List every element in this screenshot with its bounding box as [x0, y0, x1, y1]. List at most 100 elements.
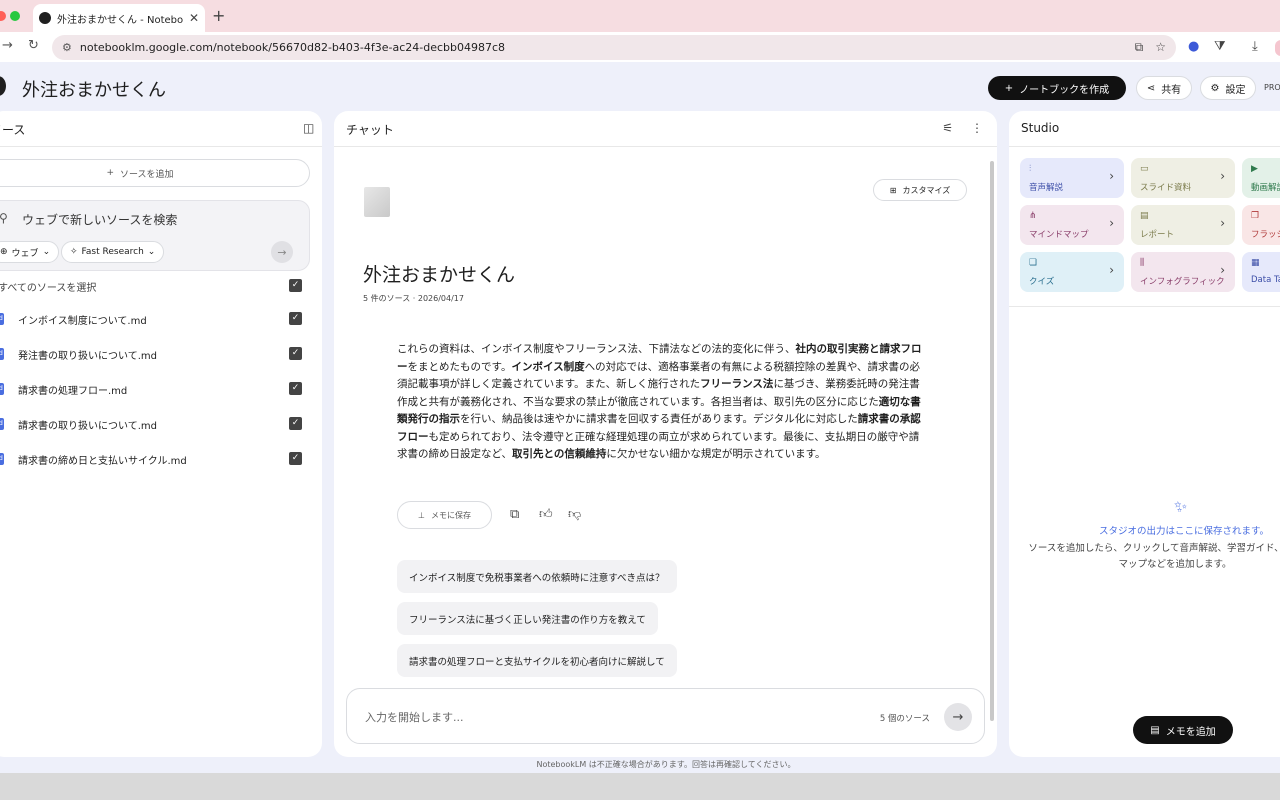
select-all-checkbox[interactable]: ✓	[289, 279, 302, 292]
source-checkbox[interactable]: ✓	[289, 312, 302, 325]
studio-tile[interactable]: ⋔ マインドマップ ›	[1020, 205, 1124, 245]
site-info-icon[interactable]: ⚙	[62, 41, 72, 54]
summary-highlight: 取引先との信頼維持	[511, 448, 607, 460]
infographic-icon: ⫼	[1140, 258, 1145, 268]
source-checkbox[interactable]: ✓	[289, 382, 302, 395]
gear-icon: ⚙	[1210, 82, 1220, 94]
download-icon[interactable]: ⤓	[1252, 39, 1258, 54]
chat-input-box[interactable]: 入力を開始します... 5 個のソース →	[346, 688, 985, 744]
source-item[interactable]: md 請求書の処理フロー.md ✓	[0, 380, 320, 404]
tune-settings-icon[interactable]: ⚟	[942, 121, 953, 135]
copy-icon[interactable]: ⧉	[510, 507, 519, 522]
address-bar[interactable]: ⚙ notebooklm.google.com/notebook/56670d8…	[52, 35, 1176, 60]
source-name: 請求書の取り扱いについて.md	[18, 421, 157, 432]
web-source-dropdown[interactable]: ⊕ ウェブ ⌄	[0, 241, 60, 263]
studio-tile-label: 動画解説	[1251, 183, 1280, 193]
notebooklm-app: 外注おまかせくん + ノートブックを作成 ⋖ 共有 ⚙ 設定 PRO ソース ◫…	[0, 62, 1280, 773]
add-source-button[interactable]: + ソースを追加	[0, 159, 310, 187]
zoom-window-button[interactable]	[10, 11, 20, 21]
source-item[interactable]: md 請求書の締め日と支払いサイクル.md ✓	[0, 450, 320, 474]
disclaimer-text: NotebookLM は不正確な場合があります。回答は再確認してください。	[536, 760, 796, 769]
notebook-meta: 5 件のソース · 2026/04/17	[363, 294, 464, 303]
studio-empty-title: スタジオの出力はここに保存されます。	[1098, 526, 1270, 537]
more-options-icon[interactable]: ⋮	[971, 121, 983, 135]
profile-avatar[interactable]	[1275, 40, 1280, 56]
share-label: 共有	[1161, 84, 1182, 96]
studio-tile[interactable]: ▶動画解説›	[1242, 158, 1280, 198]
search-input[interactable]: ウェブで新しいソースを検索	[22, 211, 177, 228]
research-chip-label: Fast Research	[81, 247, 144, 257]
install-app-icon[interactable]: ⧉	[1135, 40, 1144, 55]
save-to-memo-button[interactable]: ⊥ メモに保存	[397, 501, 492, 529]
thumbs-down-icon[interactable]: 👎︎	[568, 507, 581, 522]
summary-highlight: インボイス制度	[511, 360, 585, 373]
source-checkbox[interactable]: ✓	[289, 452, 302, 465]
close-window-button[interactable]	[0, 11, 6, 21]
forward-icon[interactable]: →	[2, 38, 13, 53]
save-memo-label: メモに保存	[430, 510, 471, 520]
source-checkbox[interactable]: ✓	[289, 417, 302, 430]
reload-icon[interactable]: ↻	[28, 38, 39, 53]
chevron-down-icon: ⌄	[42, 247, 51, 257]
chat-header: チャット ⚟ ⋮	[334, 111, 997, 147]
summary-highlight: フリーランス法	[700, 378, 774, 390]
pro-badge: PRO	[1264, 83, 1280, 92]
source-checkbox[interactable]: ✓	[289, 347, 302, 360]
suggested-question[interactable]: インボイス制度で免税事業者への依頼時に注意すべき点は？	[397, 560, 677, 593]
studio-tile[interactable]: ❐フラッシュカード›	[1242, 205, 1280, 245]
thumbs-up-icon[interactable]: 👍︎	[539, 507, 553, 522]
submit-search-button[interactable]: →	[271, 241, 293, 263]
chat-scrollbar[interactable]	[990, 161, 994, 721]
studio-empty-description: ソースを追加したら、クリックして音声解説、学習ガイド、マインドマップなどを追加し…	[1028, 543, 1280, 570]
add-source-label: ソースを追加	[119, 169, 174, 180]
create-notebook-button[interactable]: + ノートブックを作成	[988, 76, 1126, 100]
password-manager-icon[interactable]: ●	[1188, 39, 1199, 54]
mindmap-icon: ⋔	[1029, 211, 1037, 221]
studio-tile-label: スライド資料	[1140, 183, 1192, 193]
share-button[interactable]: ⋖ 共有	[1136, 76, 1192, 100]
studio-tile[interactable]: ▦Data Table›	[1242, 252, 1280, 292]
studio-tile[interactable]: ▭ スライド資料 ›	[1131, 158, 1235, 198]
tab-close-icon[interactable]: ✕	[189, 11, 199, 25]
web-source-search[interactable]: ⚲ ウェブで新しいソースを検索 ⊕ ウェブ ⌄ ✧ Fast Research …	[0, 200, 310, 271]
studio-tile[interactable]: ▤ レポート ›	[1131, 205, 1235, 245]
research-mode-dropdown[interactable]: ✧ Fast Research ⌄	[61, 241, 165, 263]
new-tab-icon[interactable]: +	[212, 6, 225, 25]
notebook-title[interactable]: 外注おまかせくん	[22, 76, 166, 102]
collapse-panel-icon[interactable]: ◫	[303, 121, 314, 135]
summary-text: に欠かせない細かな規定が明示されています。	[606, 448, 826, 460]
source-item[interactable]: md 発注書の取り扱いについて.md ✓	[0, 345, 320, 369]
notebook-summary: これらの資料は、インボイス制度やフリーランス法、下請法などの法的変化に伴う、社内…	[397, 341, 925, 464]
studio-tile-label: レポート	[1140, 230, 1175, 240]
studio-tile[interactable]: ⫶ 音声解説 ›	[1020, 158, 1124, 198]
chat-input[interactable]: 入力を開始します...	[365, 709, 464, 725]
studio-tile[interactable]: ❏ クイズ ›	[1020, 252, 1124, 292]
bookmark-star-icon[interactable]: ☆	[1155, 40, 1166, 55]
chevron-right-icon: ›	[1109, 216, 1114, 230]
browser-tab[interactable]: 外注おまかせくん - NotebookLM ✕	[33, 4, 205, 32]
source-item[interactable]: md 請求書の取り扱いについて.md ✓	[0, 415, 320, 439]
studio-tile-label: Data Table	[1251, 275, 1280, 285]
video-icon: ▶	[1251, 164, 1258, 174]
suggested-question[interactable]: フリーランス法に基づく正しい発注書の作り方を教えて	[397, 602, 658, 635]
extensions-icon[interactable]: ⧩	[1214, 39, 1226, 54]
sources-panel: ソース ◫ + ソースを追加 ⚲ ウェブで新しいソースを検索 ⊕ ウェブ ⌄ ✧…	[0, 111, 322, 757]
add-memo-button[interactable]: ▤ メモを追加	[1133, 716, 1233, 744]
studio-tile-label: フラッシュカード	[1251, 230, 1280, 240]
search-icon: ⚲	[0, 211, 8, 225]
notebooklm-logo-icon[interactable]	[0, 76, 6, 96]
studio-tile[interactable]: ⫼ インフォグラフィック ›	[1131, 252, 1235, 292]
markdown-file-icon: md	[0, 418, 4, 430]
studio-tile-label: クイズ	[1029, 277, 1055, 287]
send-button[interactable]: →	[944, 703, 972, 731]
browser-toolbar: → ↻ ⚙ notebooklm.google.com/notebook/566…	[0, 32, 1280, 62]
suggested-question[interactable]: 請求書の処理フローと支払サイクルを初心者向けに解説して	[397, 644, 677, 677]
chevron-down-icon: ⌄	[147, 247, 156, 257]
source-item[interactable]: md インボイス制度について.md ✓	[0, 310, 320, 334]
chevron-right-icon: ›	[1220, 216, 1225, 230]
customize-button[interactable]: ⊞ カスタマイズ	[873, 179, 967, 201]
studio-divider	[1009, 306, 1280, 307]
source-name: 請求書の処理フロー.md	[18, 386, 128, 397]
magic-wand-icon: ✨︎	[1174, 497, 1188, 516]
settings-button[interactable]: ⚙ 設定	[1200, 76, 1256, 100]
